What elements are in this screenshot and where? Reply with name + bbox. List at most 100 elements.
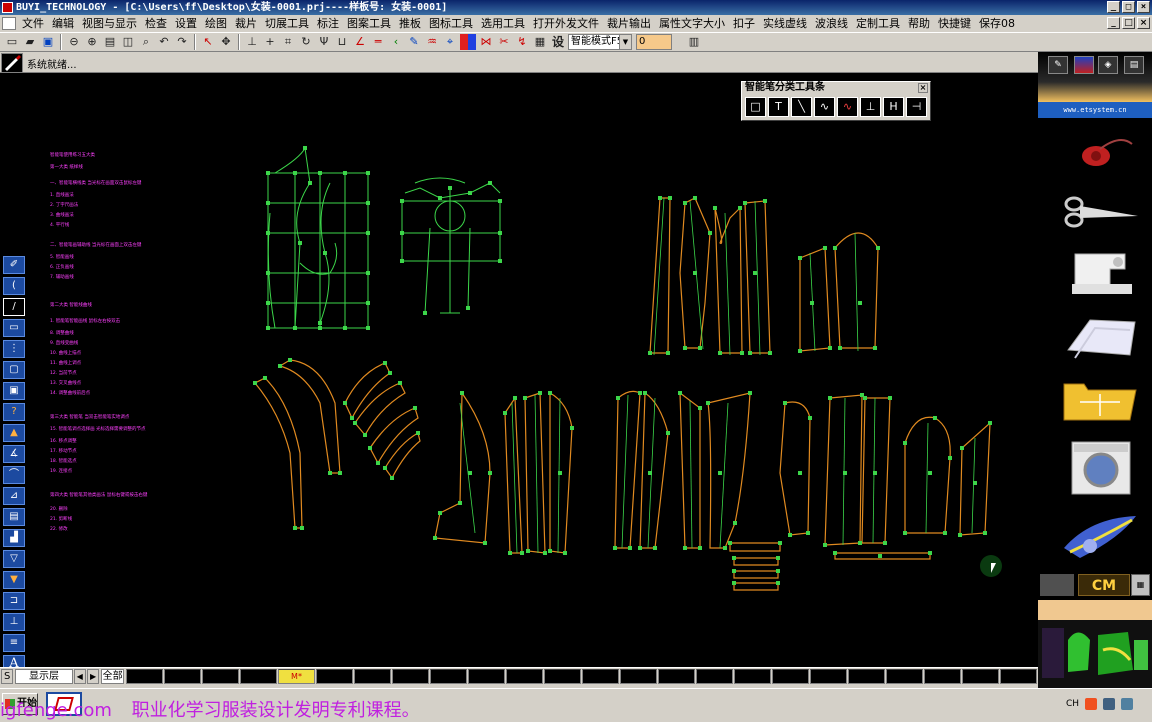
pattern-point[interactable] xyxy=(768,351,772,355)
pattern-point[interactable] xyxy=(810,301,814,305)
scissors-icon[interactable] xyxy=(1060,184,1140,240)
pattern-point[interactable] xyxy=(523,396,527,400)
rect-tool-icon[interactable]: □ xyxy=(745,97,766,117)
pattern-point[interactable] xyxy=(498,231,502,235)
pattern-point[interactable] xyxy=(343,401,347,405)
menu-item[interactable]: 打开外发文件 xyxy=(529,16,603,32)
pattern-point[interactable] xyxy=(828,396,832,400)
menu-item[interactable]: 切展工具 xyxy=(261,16,313,32)
mirror-icon[interactable]: ⋈ xyxy=(478,34,494,50)
layer-slot[interactable] xyxy=(886,669,923,684)
pattern-point[interactable] xyxy=(798,256,802,260)
layer-slot[interactable] xyxy=(582,669,619,684)
sleeve-draft[interactable] xyxy=(401,177,501,314)
pattern-point[interactable] xyxy=(723,546,727,550)
pattern-point[interactable] xyxy=(278,364,282,368)
pattern-point[interactable] xyxy=(328,471,332,475)
menu-item[interactable]: 裁片输出 xyxy=(603,16,655,32)
pattern-point[interactable] xyxy=(753,271,757,275)
pattern-point[interactable] xyxy=(383,466,387,470)
lower-pattern-pieces[interactable] xyxy=(434,390,991,591)
palette-close-button[interactable]: × xyxy=(918,83,928,93)
value-input[interactable]: 0 xyxy=(636,34,672,50)
layer-slot[interactable] xyxy=(962,669,999,684)
pattern-point[interactable] xyxy=(366,301,370,305)
fit-window-icon[interactable]: ◫ xyxy=(120,34,136,50)
maximize-button[interactable]: □ xyxy=(1122,1,1135,13)
pattern-point[interactable] xyxy=(668,196,672,200)
layer-slot[interactable] xyxy=(392,669,429,684)
pattern-point[interactable] xyxy=(858,541,862,545)
pattern-point[interactable] xyxy=(293,171,297,175)
menu-item[interactable]: 检查 xyxy=(141,16,171,32)
drawing-canvas[interactable]: ✐ ( / ▭ ⋮ ▢ ▣ ? ▲ ∡ ⌒ ⊿ ▤ ▟ ▽ ▼ ⊐ ⊥ ≡ A … xyxy=(0,73,1038,667)
layer-slot[interactable] xyxy=(924,669,961,684)
pattern-point[interactable] xyxy=(366,231,370,235)
pattern-point[interactable] xyxy=(468,191,472,195)
pattern-point[interactable] xyxy=(458,501,462,505)
pattern-point[interactable] xyxy=(928,551,932,555)
close-button[interactable]: × xyxy=(1137,1,1150,13)
pattern-point[interactable] xyxy=(366,171,370,175)
pattern-point[interactable] xyxy=(873,346,877,350)
pattern-point[interactable] xyxy=(732,581,736,585)
pattern-point[interactable] xyxy=(876,246,880,250)
pattern-point[interactable] xyxy=(698,406,702,410)
pattern-point[interactable] xyxy=(293,526,297,530)
pattern-point[interactable] xyxy=(363,433,367,437)
pattern-point[interactable] xyxy=(343,171,347,175)
pattern-point[interactable] xyxy=(508,551,512,555)
washing-machine-icon[interactable] xyxy=(1060,440,1140,496)
layer-slot[interactable] xyxy=(430,669,467,684)
input-language[interactable]: CH xyxy=(1066,699,1079,709)
pattern-point[interactable] xyxy=(488,471,492,475)
pattern-point[interactable] xyxy=(693,271,697,275)
diagonal-line-icon[interactable]: ╲ xyxy=(791,97,812,117)
pattern-point[interactable] xyxy=(350,416,354,420)
pattern-point[interactable] xyxy=(776,569,780,573)
pattern-point[interactable] xyxy=(888,396,892,400)
printer-icon[interactable]: ▤ xyxy=(1124,56,1144,74)
pattern-point[interactable] xyxy=(883,541,887,545)
menu-item[interactable]: 设置 xyxy=(171,16,201,32)
layer-slot[interactable] xyxy=(468,669,505,684)
hline-icon[interactable]: ⊥ xyxy=(860,97,881,117)
doc-close-button[interactable]: × xyxy=(1137,17,1150,29)
pattern-point[interactable] xyxy=(423,311,427,315)
pattern-point[interactable] xyxy=(376,461,380,465)
pattern-point[interactable] xyxy=(973,481,977,485)
curve-tool-icon[interactable]: ∿ xyxy=(837,97,858,117)
pattern-point[interactable] xyxy=(638,546,642,550)
pattern-point[interactable] xyxy=(838,346,842,350)
grade-icon[interactable]: ⌖ xyxy=(442,34,458,50)
pattern-point[interactable] xyxy=(353,421,357,425)
perpendicular-icon[interactable]: ⊥ xyxy=(244,34,260,50)
cut-icon[interactable]: ✂ xyxy=(496,34,512,50)
flag-icon[interactable] xyxy=(1074,56,1094,74)
line-icon[interactable]: ∠ xyxy=(352,34,368,50)
pattern-point[interactable] xyxy=(693,196,697,200)
pattern-point[interactable] xyxy=(903,441,907,445)
layer-slot[interactable] xyxy=(848,669,885,684)
menu-item[interactable]: 绘图 xyxy=(201,16,231,32)
pattern-point[interactable] xyxy=(843,471,847,475)
pattern-point[interactable] xyxy=(520,551,524,555)
pattern-point[interactable] xyxy=(466,306,470,310)
pattern-point[interactable] xyxy=(983,531,987,535)
layer-name-field[interactable]: 显示层 xyxy=(15,669,73,684)
redo-icon[interactable]: ↷ xyxy=(174,34,190,50)
layer-slot[interactable] xyxy=(506,669,543,684)
pattern-point[interactable] xyxy=(928,471,932,475)
calculator-button-icon[interactable]: ▦ xyxy=(1131,574,1150,596)
pattern-point[interactable] xyxy=(488,181,492,185)
calculator-icon[interactable]: ▥ xyxy=(686,34,702,50)
pattern-point[interactable] xyxy=(833,246,837,250)
pattern-point[interactable] xyxy=(613,546,617,550)
double-line-icon[interactable]: ═ xyxy=(370,34,386,50)
pattern-point[interactable] xyxy=(538,391,542,395)
pattern-point[interactable] xyxy=(748,391,752,395)
menu-item[interactable]: 扣子 xyxy=(729,16,759,32)
pattern-point[interactable] xyxy=(960,446,964,450)
move-icon[interactable]: ✥ xyxy=(218,34,234,50)
layer-slot[interactable] xyxy=(316,669,353,684)
